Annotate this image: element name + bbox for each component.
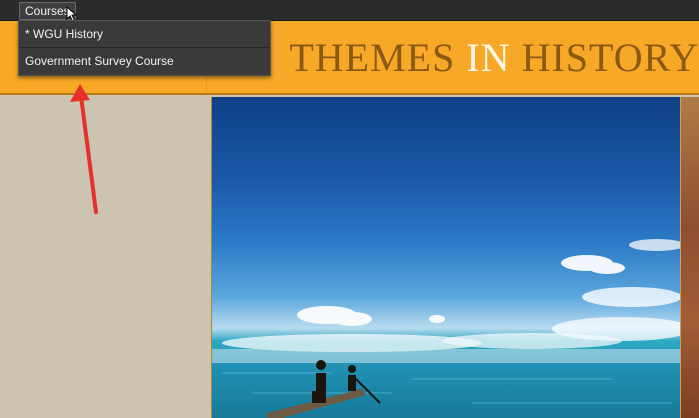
- red-arrow-icon: [70, 84, 98, 214]
